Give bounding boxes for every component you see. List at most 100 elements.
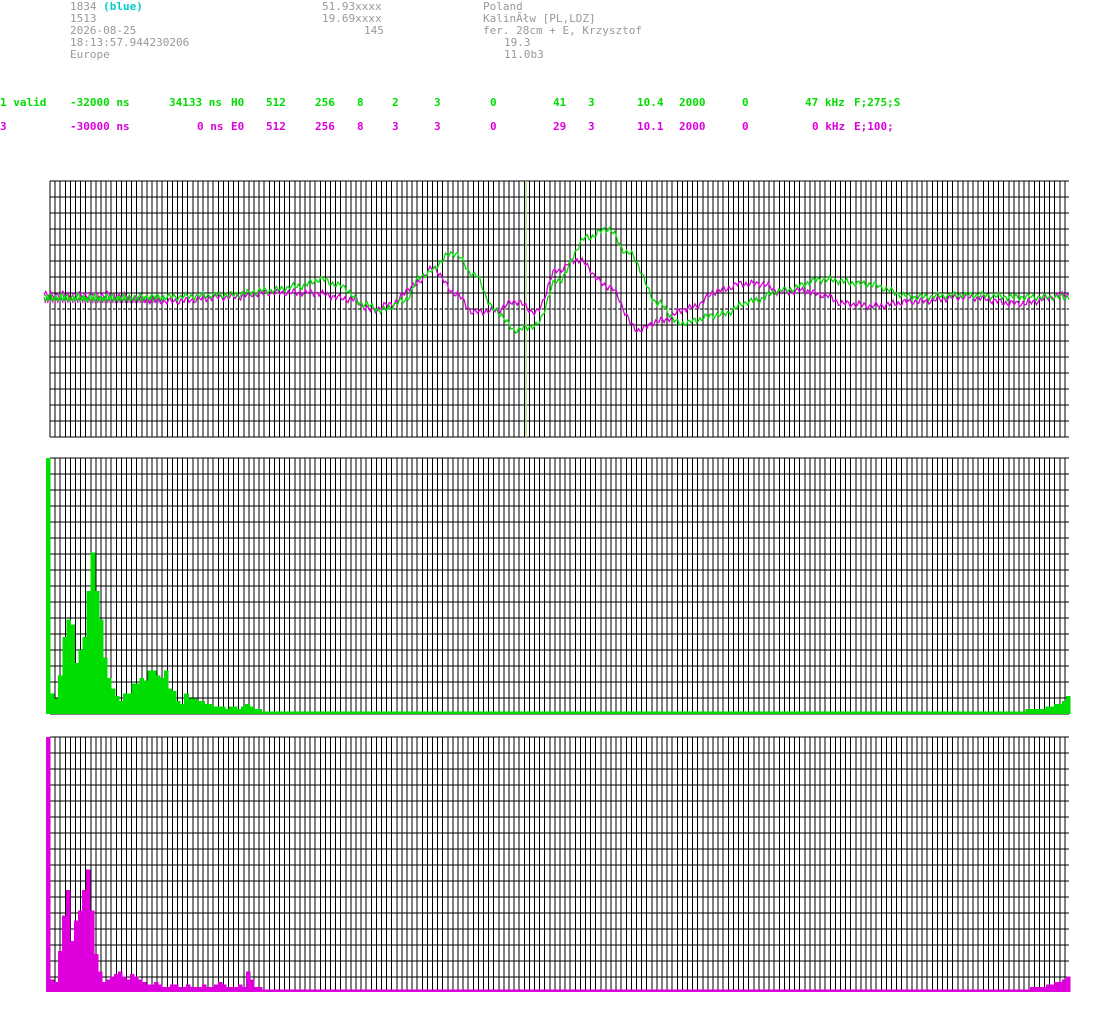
spectrum-magenta-bar	[470, 989, 475, 993]
spectrum-magenta-bar	[998, 989, 1003, 993]
spectrum-green-bar	[188, 698, 193, 714]
spectrum-magenta-bar	[850, 989, 855, 993]
spectrum-magenta-bar	[718, 989, 723, 993]
spectrum-green-bar	[537, 711, 543, 714]
spectrum-magenta-bar	[754, 989, 759, 993]
spectrum-magenta-bar	[310, 989, 315, 993]
spectrum-green-bar	[911, 711, 917, 714]
spectrum-green-bar	[277, 711, 283, 714]
spectrum-magenta-bar	[954, 989, 959, 993]
spectrum-magenta-bar	[202, 984, 207, 992]
spectrum-green-bar	[147, 670, 153, 714]
spectrum-chart-green	[46, 457, 1071, 715]
spectrum-magenta-bar	[582, 989, 587, 993]
spectrum-green-bar	[525, 711, 531, 714]
spectrum-magenta-bar	[598, 989, 603, 993]
spectrum-green-bar	[793, 711, 799, 714]
spectrum-green-bar	[818, 711, 823, 714]
spectrum-green-bar	[720, 711, 726, 714]
spectrum-green-bar	[216, 706, 222, 714]
spectrum-green-bar	[379, 711, 384, 714]
spectrum-magenta-bar	[242, 986, 247, 992]
spectrum-magenta-bar	[382, 989, 387, 993]
spectrum-green-bar	[204, 703, 210, 714]
spectrum-magenta-bar	[842, 989, 847, 993]
spectrum-green-bar	[696, 711, 701, 714]
spectrum-magenta-bar	[858, 989, 863, 993]
spectrum-green-bar	[362, 711, 368, 714]
spectrum-magenta-bar	[898, 989, 903, 993]
spectrum-magenta-bar	[514, 989, 519, 993]
spectrum-magenta-bar	[314, 989, 319, 993]
spectrum-green-bar	[1045, 706, 1051, 714]
spectrum-magenta-bar	[182, 986, 187, 992]
spectrum-green-bar	[822, 711, 827, 714]
spectrum-magenta-bar	[778, 989, 783, 993]
spectrum-green-bar	[785, 711, 791, 714]
spectrum-magenta-bar	[918, 989, 923, 993]
spectrum-green-bar	[302, 711, 307, 714]
spectrum-green-bar	[403, 711, 409, 714]
spectrum-magenta-bar	[610, 989, 615, 993]
spectrum-magenta-bar	[450, 989, 455, 993]
spectrum-green-bar	[200, 701, 206, 714]
spectrum-magenta-bar	[46, 737, 51, 992]
spectrum-magenta-bar	[502, 989, 507, 993]
spectrum-magenta-bar	[390, 989, 395, 993]
spectrum-green-bar	[82, 637, 88, 714]
spectrum-green-bar	[501, 711, 506, 714]
spectrum-green-bar	[330, 711, 336, 714]
spectrum-green-bar	[952, 711, 957, 714]
spectrum-magenta-bar	[810, 989, 815, 993]
spectrum-magenta-bar	[982, 989, 987, 993]
spectrum-magenta-bar	[82, 890, 87, 992]
spectrum-green-bar	[342, 711, 348, 714]
spectrum-green-bar	[419, 711, 425, 714]
spectrum-green-bar	[566, 711, 571, 714]
spectrum-green-bar	[180, 703, 185, 714]
spectrum-green-bar	[582, 711, 588, 714]
spectrum-magenta-bar	[938, 989, 943, 993]
spectrum-green-bar	[724, 711, 730, 714]
spectrum-magenta-bar	[322, 989, 327, 993]
spectrum-magenta-bar	[710, 989, 715, 993]
spectrum-green-bar	[135, 683, 141, 714]
spectrum-green-bar	[167, 688, 173, 714]
spectrum-green-bar	[448, 711, 453, 714]
spectrum-magenta-bar	[770, 989, 775, 993]
spectrum-magenta-bar	[790, 989, 795, 993]
spectrum-magenta-bar	[342, 989, 347, 993]
waveform-grid-lines	[49, 180, 1069, 438]
spectrum-green-bar	[935, 711, 941, 714]
spectrum-green-bar	[131, 683, 136, 714]
spectrum-green-bar	[570, 711, 575, 714]
spectrum-green-bar	[521, 711, 527, 714]
spectrum-green-bar	[94, 591, 100, 714]
spectrum-magenta-bar	[490, 989, 495, 993]
spectrum-magenta-bar	[966, 989, 971, 993]
spectrum-magenta-bar	[102, 981, 107, 992]
spectrum-green-bar	[899, 711, 904, 714]
spectrum-magenta-bar	[262, 989, 267, 993]
spectrum-green-bar	[1029, 708, 1035, 714]
spectrum-green-bar	[139, 678, 145, 714]
spectrum-magenta-bar	[298, 989, 303, 993]
spectrum-green-bar	[151, 670, 157, 714]
spectrum-green-bar	[618, 711, 624, 714]
spectrum-green-bar	[801, 711, 807, 714]
spectrum-green-bar	[472, 711, 478, 714]
spectrum-magenta-bar	[186, 984, 191, 992]
spectrum-green-bar	[249, 706, 254, 714]
spectrum-magenta-bar	[702, 989, 707, 993]
spectrum-green-bar	[232, 706, 238, 714]
spectrum-magenta-bar	[922, 989, 927, 993]
spectrum-green-bar	[176, 701, 181, 714]
spectrum-green-bar	[383, 711, 388, 714]
spectrum-green-bar	[261, 711, 267, 714]
spectrum-magenta-bar	[234, 986, 239, 992]
spectrum-magenta-bar	[874, 989, 879, 993]
spectrum-magenta-bar	[62, 915, 67, 992]
spectrum-magenta-bar	[822, 989, 827, 993]
spectrum-green-bar	[960, 711, 965, 714]
spectrum-green-bar	[1065, 696, 1071, 714]
